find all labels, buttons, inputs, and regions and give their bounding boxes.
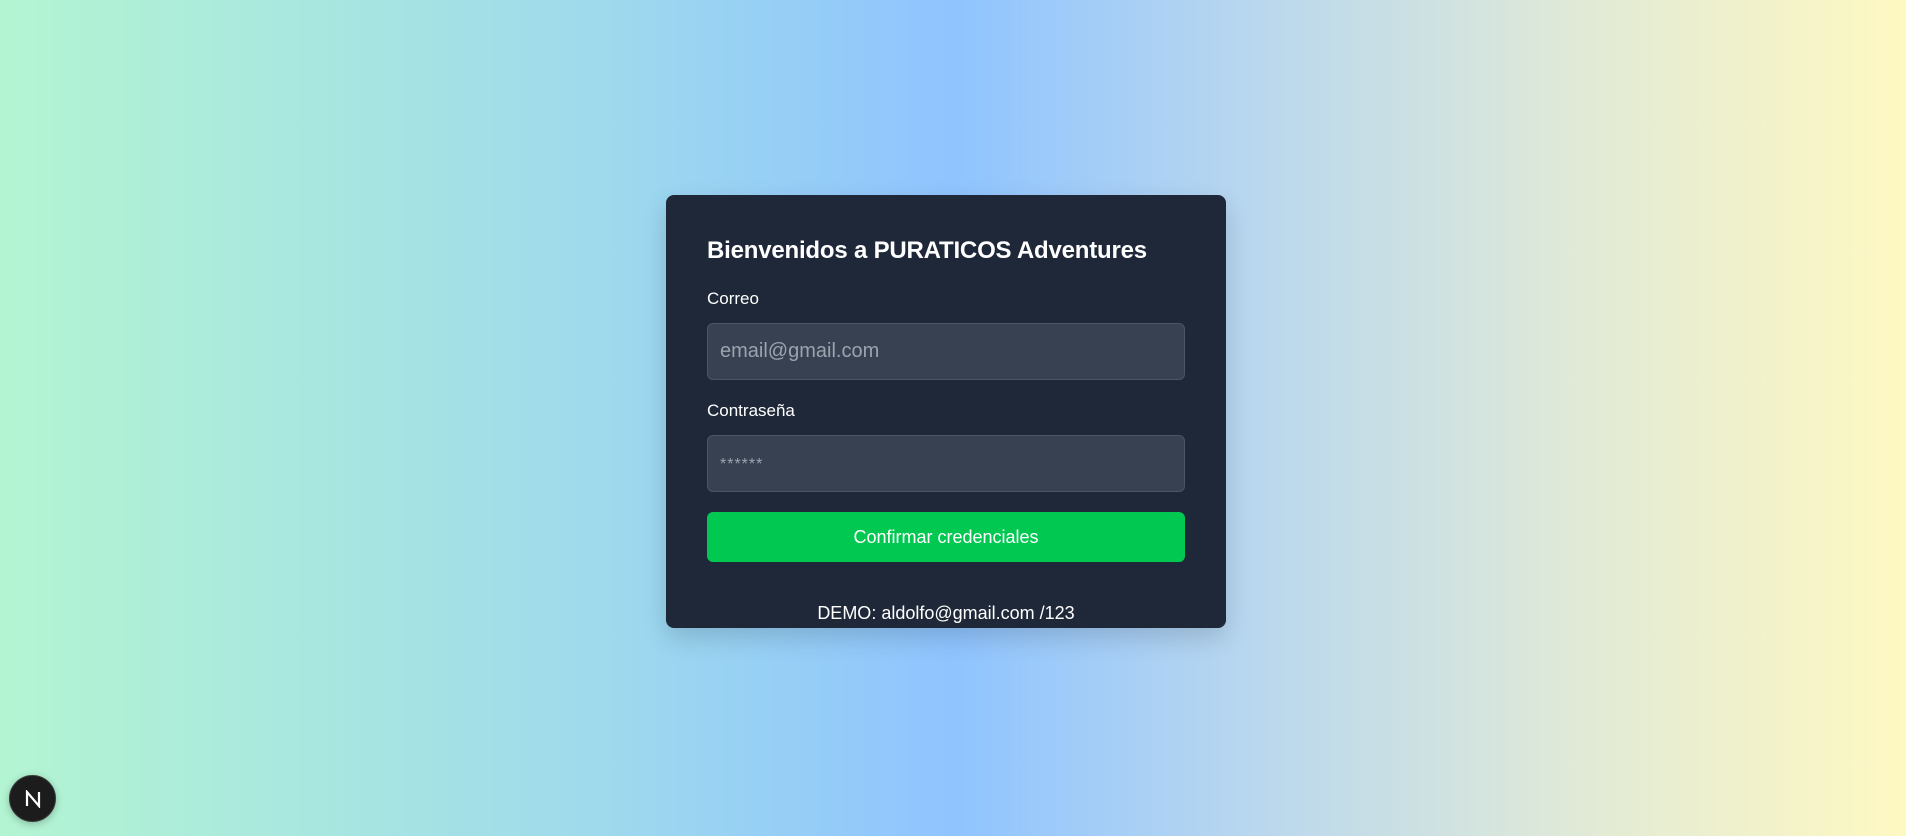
login-title: Bienvenidos a PURATICOS Adventures [707,237,1147,264]
email-label: Correo [707,289,759,308]
password-input[interactable] [707,435,1185,492]
login-card: Bienvenidos a PURATICOS Adventures Corre… [666,195,1226,628]
nextjs-logo-icon [24,789,42,808]
demo-credentials-text: DEMO: aldolfo@gmail.com /123 [817,603,1075,623]
email-input[interactable] [707,323,1185,380]
dev-tools-button[interactable] [9,775,56,822]
confirm-credentials-button[interactable]: Confirmar credenciales [707,512,1185,562]
password-label: Contraseña [707,401,795,420]
